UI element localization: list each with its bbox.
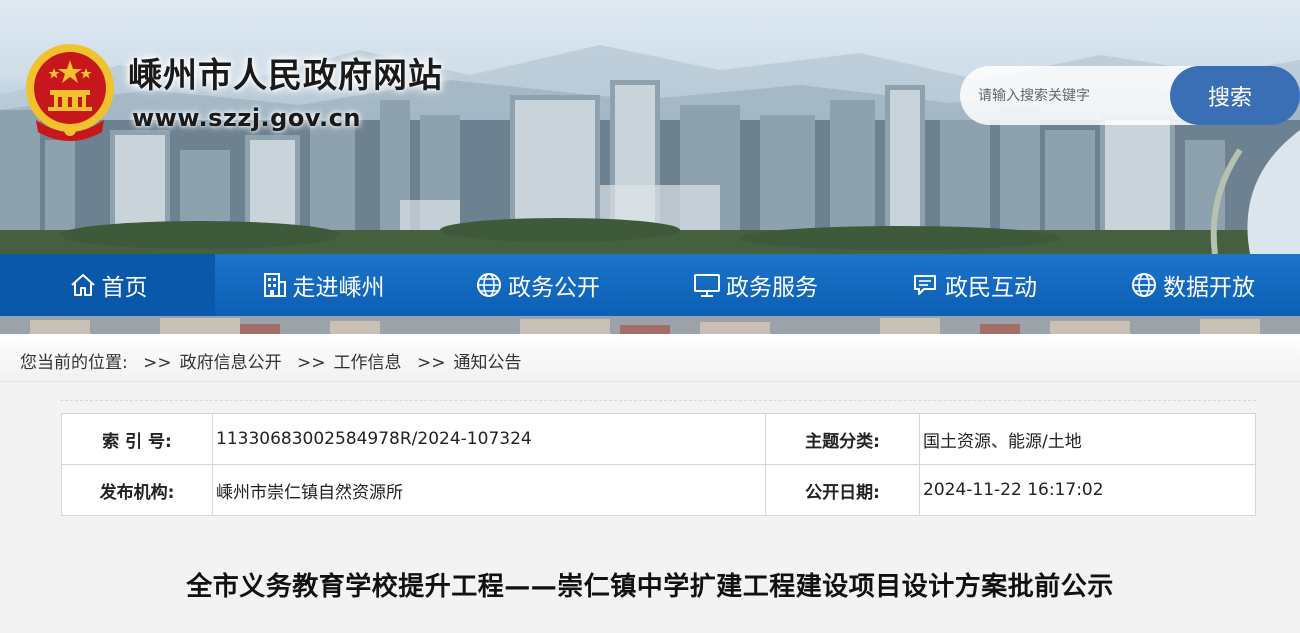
- site-url: www.szzj.gov.cn: [132, 104, 361, 132]
- nav-item-label: 政民互动: [945, 275, 1037, 301]
- breadcrumb-item-notices[interactable]: 通知公告: [453, 353, 521, 373]
- date-value: 2024-11-22 16:17:02: [919, 464, 1256, 516]
- home-icon: [68, 270, 98, 300]
- nav-item-open-data[interactable]: 数据开放: [1084, 254, 1300, 316]
- publisher-value: 嵊州市崇仁镇自然资源所: [212, 464, 766, 516]
- breadcrumb: 您当前的位置: >> 政府信息公开 >> 工作信息 >> 通知公告: [20, 348, 521, 373]
- nav-item-gov-service[interactable]: 政务服务: [646, 254, 864, 316]
- breadcrumb-prefix: 您当前的位置:: [20, 353, 128, 373]
- search-input[interactable]: [960, 66, 1200, 125]
- nav-item-label: 走进嵊州: [292, 275, 385, 301]
- header-banner: 嵊州市人民政府网站 www.szzj.gov.cn 搜索: [0, 0, 1300, 254]
- breadcrumb-separator: >>: [416, 353, 446, 373]
- monitor-icon: [692, 270, 722, 300]
- national-emblem-icon: [26, 44, 114, 141]
- index-value: 11330683002584978R/2024-107324: [212, 413, 766, 465]
- breadcrumb-separator: >>: [297, 353, 326, 373]
- building-icon: [259, 270, 289, 300]
- nav-item-label: 首页: [101, 275, 148, 301]
- topic-label: 主题分类:: [765, 413, 920, 465]
- breadcrumb-item-gov-info[interactable]: 政府信息公开: [180, 353, 282, 373]
- nav-item-label: 政务公开: [508, 275, 600, 301]
- index-label: 索 引 号:: [61, 413, 213, 465]
- search-box: 搜索: [960, 66, 1300, 125]
- decorative-strip: [0, 316, 1300, 334]
- nav-item-home[interactable]: 首页: [0, 254, 215, 316]
- nav-item-label: 数据开放: [1163, 275, 1255, 301]
- site-title: 嵊州市人民政府网站: [128, 56, 443, 96]
- nav-item-gov-open[interactable]: 政务公开: [428, 254, 646, 316]
- publisher-label: 发布机构:: [61, 464, 213, 516]
- main-nav: 首页 走进嵊州 政务公开 政务服务 政民互动 数据开放: [0, 254, 1300, 316]
- breadcrumb-separator: >>: [143, 353, 172, 373]
- article-title: 全市义务教育学校提升工程——崇仁镇中学扩建工程建设项目设计方案批前公示: [186, 572, 1114, 602]
- table-row: 索 引 号: 11330683002584978R/2024-107324 主题…: [61, 413, 1256, 465]
- nav-item-about[interactable]: 走进嵊州: [215, 254, 428, 316]
- nav-item-interaction[interactable]: 政民互动: [864, 254, 1084, 316]
- metadata-table: 索 引 号: 11330683002584978R/2024-107324 主题…: [61, 413, 1256, 516]
- nav-item-label: 政务服务: [726, 275, 818, 301]
- date-label: 公开日期:: [765, 464, 920, 516]
- breadcrumb-bar: 您当前的位置: >> 政府信息公开 >> 工作信息 >> 通知公告: [0, 334, 1300, 382]
- divider: [60, 400, 1256, 401]
- globe-icon: [474, 270, 504, 300]
- globe-icon: [1129, 270, 1159, 300]
- breadcrumb-item-work-info[interactable]: 工作信息: [334, 353, 402, 373]
- topic-value: 国土资源、能源/土地: [919, 413, 1256, 465]
- chat-icon: [911, 270, 941, 300]
- table-row: 发布机构: 嵊州市崇仁镇自然资源所 公开日期: 2024-11-22 16:17…: [61, 464, 1256, 516]
- search-button[interactable]: 搜索: [1170, 66, 1300, 125]
- article-content: 索 引 号: 11330683002584978R/2024-107324 主题…: [0, 382, 1300, 633]
